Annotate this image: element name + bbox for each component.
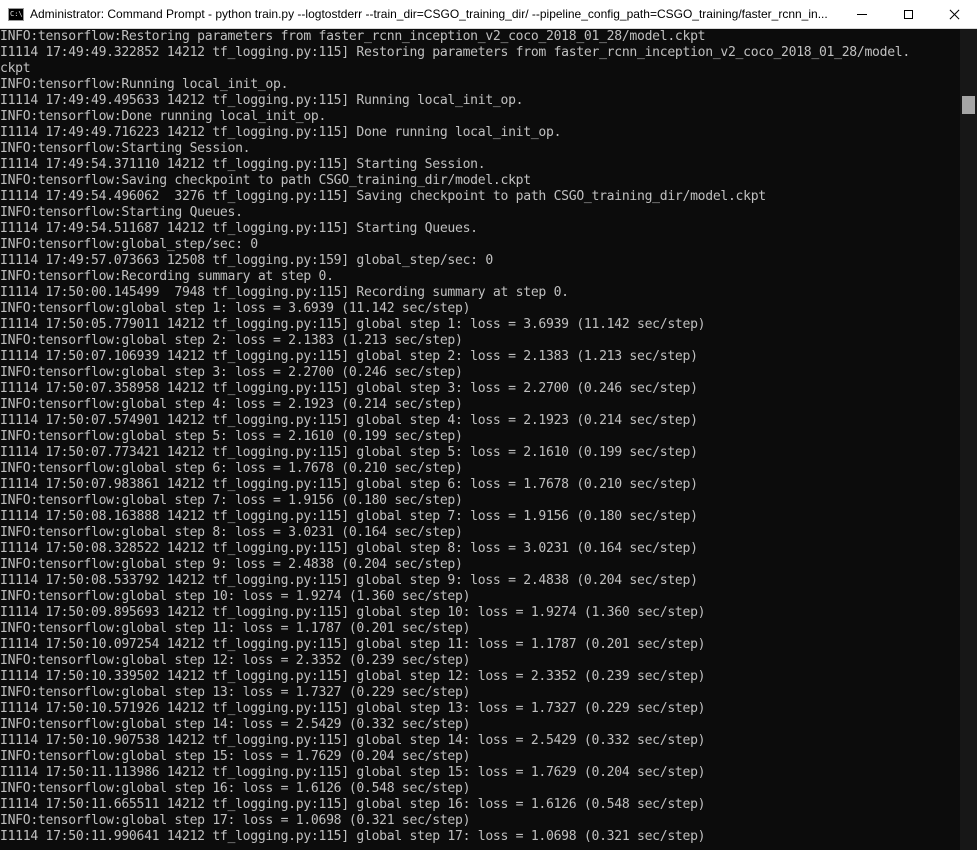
console-line: INFO:tensorflow:global step 7: loss = 1.… [0,493,463,508]
minimize-icon [857,14,867,15]
console-line: INFO:tensorflow:Saving checkpoint to pat… [0,173,531,188]
console-line: ckpt [0,61,31,76]
close-button[interactable] [931,0,977,29]
console-line: INFO:tensorflow:global step 10: loss = 1… [0,589,471,604]
console-line: I1114 17:50:09.895693 14212 tf_logging.p… [0,605,706,620]
console-line: INFO:tensorflow:global step 9: loss = 2.… [0,557,463,572]
console-line: INFO:tensorflow:global step 17: loss = 1… [0,813,471,828]
console-line: I1114 17:50:07.106939 14212 tf_logging.p… [0,349,698,364]
console-line: I1114 17:50:07.358958 14212 tf_logging.p… [0,381,698,396]
console-line: INFO:tensorflow:Restoring parameters fro… [0,29,706,44]
console-line: INFO:tensorflow:global step 2: loss = 2.… [0,333,463,348]
console-line: INFO:tensorflow:global step 5: loss = 2.… [0,429,463,444]
console-line: INFO:tensorflow:Running local_init_op. [0,77,289,92]
console-line: I1114 17:50:11.113986 14212 tf_logging.p… [0,765,706,780]
console-line: I1114 17:50:10.571926 14212 tf_logging.p… [0,701,706,716]
console-line: INFO:tensorflow:global step 1: loss = 3.… [0,301,471,316]
console-line: I1114 17:50:05.779011 14212 tf_logging.p… [0,317,706,332]
console-line: I1114 17:49:57.073663 12508 tf_logging.p… [0,253,493,268]
minimize-button[interactable] [839,0,885,29]
console-line: INFO:tensorflow:global step 11: loss = 1… [0,621,471,636]
console-line: INFO:tensorflow:global step 6: loss = 1.… [0,461,463,476]
console-line: INFO:tensorflow:Done running local_init_… [0,109,327,124]
console-line: INFO:tensorflow:global step 13: loss = 1… [0,685,471,700]
scrollbar-thumb[interactable] [962,96,975,114]
console-line: INFO:tensorflow:global step 12: loss = 2… [0,653,471,668]
console-line: INFO:tensorflow:global step 15: loss = 1… [0,749,471,764]
console-line: INFO:tensorflow:global_step/sec: 0 [0,237,258,252]
console-line: INFO:tensorflow:global step 4: loss = 2.… [0,397,463,412]
console-line: I1114 17:49:49.495633 14212 tf_logging.p… [0,93,524,108]
console-line: I1114 17:50:10.097254 14212 tf_logging.p… [0,637,706,652]
console-line: INFO:tensorflow:Recording summary at ste… [0,269,334,284]
console-line: INFO:tensorflow:global step 16: loss = 1… [0,781,471,796]
console-line: I1114 17:49:54.511687 14212 tf_logging.p… [0,221,478,236]
console-line: INFO:tensorflow:Starting Queues. [0,205,243,220]
console-line: I1114 17:50:08.328522 14212 tf_logging.p… [0,541,698,556]
console-line: I1114 17:50:07.773421 14212 tf_logging.p… [0,445,698,460]
console-line: I1114 17:50:07.574901 14212 tf_logging.p… [0,413,698,428]
close-icon [949,9,960,20]
console-output[interactable]: INFO:tensorflow:Restoring parameters fro… [0,29,960,850]
console-line: I1114 17:50:11.990641 14212 tf_logging.p… [0,829,706,844]
maximize-button[interactable] [885,0,931,29]
console-line: I1114 17:50:00.145499 7948 tf_logging.py… [0,285,569,300]
console-line: I1114 17:50:08.533792 14212 tf_logging.p… [0,573,698,588]
console-line: I1114 17:50:07.983861 14212 tf_logging.p… [0,477,698,492]
console-line: I1114 17:49:54.496062 3276 tf_logging.py… [0,189,766,204]
console-line: I1114 17:49:54.371110 14212 tf_logging.p… [0,157,486,172]
console-line: I1114 17:49:49.322852 14212 tf_logging.p… [0,45,910,60]
console-line: I1114 17:50:11.665511 14212 tf_logging.p… [0,797,706,812]
vertical-scrollbar[interactable] [960,29,977,850]
console-line: INFO:tensorflow:global step 8: loss = 3.… [0,525,463,540]
console-icon: C:\ [8,8,24,21]
console-line: I1114 17:50:08.163888 14212 tf_logging.p… [0,509,698,524]
window-title: Administrator: Command Prompt - python t… [30,7,828,21]
maximize-icon [903,10,913,19]
title-bar[interactable]: C:\ Administrator: Command Prompt - pyth… [0,0,977,29]
console-line: INFO:tensorflow:global step 3: loss = 2.… [0,365,463,380]
console-line: I1114 17:49:49.716223 14212 tf_logging.p… [0,125,562,140]
console-line: INFO:tensorflow:global step 14: loss = 2… [0,717,471,732]
console-line: INFO:tensorflow:Starting Session. [0,141,251,156]
console-line: I1114 17:50:10.339502 14212 tf_logging.p… [0,669,706,684]
console-line: I1114 17:50:10.907538 14212 tf_logging.p… [0,733,706,748]
